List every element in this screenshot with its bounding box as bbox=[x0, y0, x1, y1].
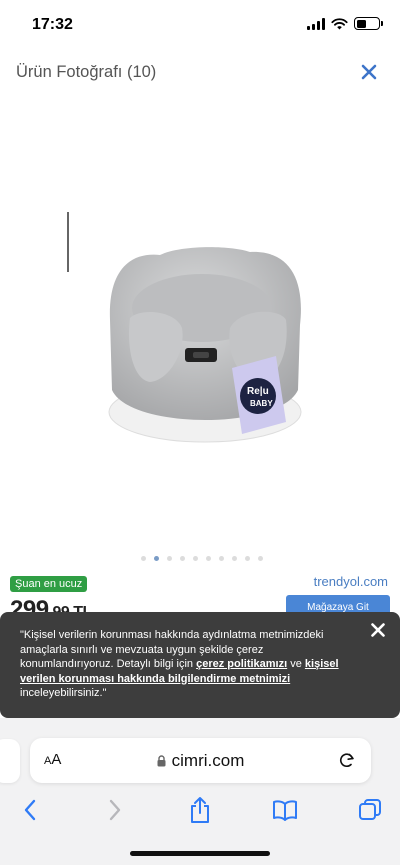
carousel-dot[interactable] bbox=[141, 556, 146, 561]
carousel-dot[interactable] bbox=[154, 556, 159, 561]
share-button[interactable] bbox=[186, 796, 214, 824]
tabs-button[interactable] bbox=[356, 796, 384, 824]
battery-icon bbox=[354, 17, 383, 30]
carousel-dot[interactable] bbox=[206, 556, 211, 561]
reload-icon[interactable] bbox=[337, 750, 357, 770]
back-button[interactable] bbox=[16, 796, 44, 824]
cookie-text-end: inceleyebilirsiniz." bbox=[20, 687, 107, 699]
brand-logo-top: Re|u bbox=[247, 386, 269, 397]
cheapest-badge: Şuan en ucuz bbox=[10, 576, 88, 592]
close-icon[interactable] bbox=[370, 622, 386, 638]
status-icons bbox=[307, 17, 383, 30]
carousel-dots[interactable] bbox=[0, 556, 400, 561]
reader-aa-button[interactable]: AA bbox=[44, 751, 61, 768]
cookie-banner: "Kişisel verilerin korunması hakkında ay… bbox=[0, 612, 400, 718]
book-icon bbox=[273, 800, 297, 821]
carousel-dot[interactable] bbox=[180, 556, 185, 561]
cookie-text-and: ve bbox=[287, 658, 305, 670]
forward-button[interactable] bbox=[101, 796, 129, 824]
carousel-dot[interactable] bbox=[232, 556, 237, 561]
cookie-text: "Kişisel verilerin korunması hakkında ay… bbox=[20, 628, 356, 701]
image-edge-line bbox=[67, 212, 69, 272]
url-display[interactable]: cimri.com bbox=[30, 738, 371, 783]
back-chevron-icon bbox=[24, 799, 36, 821]
carousel-dot[interactable] bbox=[258, 556, 263, 561]
product-photo: Re|u BABY bbox=[108, 247, 302, 443]
lock-icon bbox=[157, 754, 166, 766]
previous-tab-preview[interactable] bbox=[0, 739, 20, 783]
brand-logo-bottom: BABY bbox=[250, 399, 273, 408]
aa-big: A bbox=[51, 751, 62, 768]
address-bar[interactable]: cimri.com AA bbox=[30, 738, 371, 783]
carousel-dot[interactable] bbox=[219, 556, 224, 561]
carousel-dot[interactable] bbox=[245, 556, 250, 561]
wifi-icon bbox=[331, 17, 348, 29]
share-icon bbox=[191, 797, 209, 823]
cookie-policy-link[interactable]: çerez politikamızı bbox=[196, 658, 287, 670]
browser-toolbar bbox=[0, 792, 400, 832]
close-gallery-icon[interactable] bbox=[360, 63, 378, 81]
tabs-icon bbox=[359, 799, 381, 820]
gallery-header: Ürün Fotoğrafı (10) bbox=[0, 55, 400, 91]
url-text: cimri.com bbox=[171, 750, 245, 770]
carousel-dot[interactable] bbox=[193, 556, 198, 561]
store-link[interactable]: trendyol.com bbox=[314, 574, 388, 589]
browser-bottom-bar: cimri.com AA bbox=[0, 718, 400, 865]
home-indicator bbox=[130, 851, 270, 856]
status-bar: 17:32 bbox=[0, 0, 400, 48]
bookmarks-button[interactable] bbox=[271, 796, 299, 824]
page-title: Ürün Fotoğrafı (10) bbox=[16, 63, 157, 81]
cellular-signal-icon bbox=[307, 17, 325, 30]
carousel-dot[interactable] bbox=[167, 556, 172, 561]
status-time: 17:32 bbox=[32, 16, 73, 33]
forward-chevron-icon bbox=[109, 799, 121, 821]
